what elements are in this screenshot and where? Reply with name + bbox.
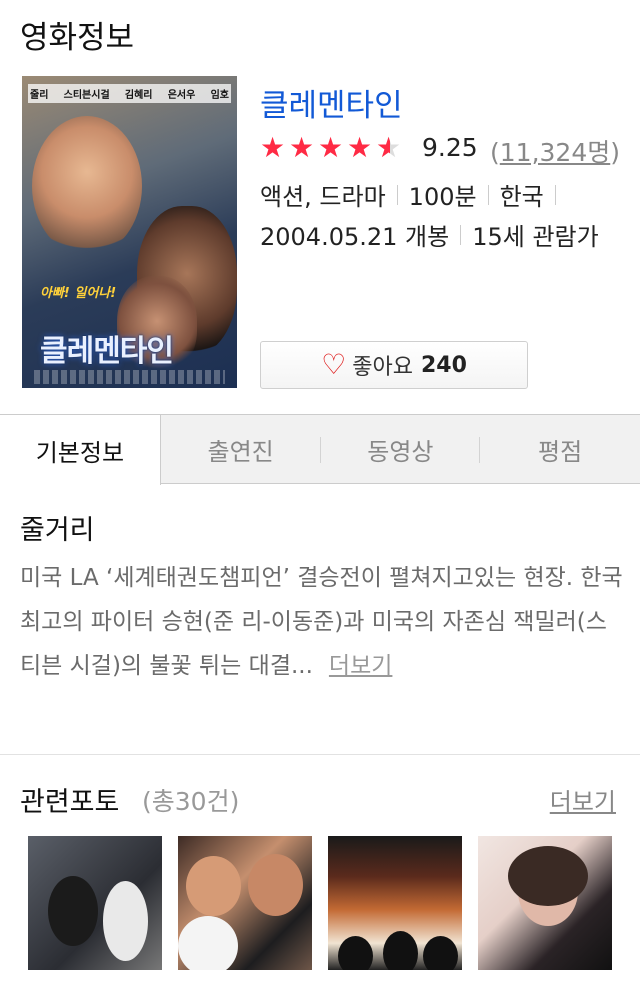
rating-count-close: ) bbox=[610, 138, 621, 167]
rating-count-number[interactable]: 11,324명 bbox=[500, 138, 610, 167]
photo-figure bbox=[383, 931, 418, 970]
like-button[interactable]: ♡ 좋아요 240 bbox=[260, 341, 528, 389]
movie-country: 한국 bbox=[499, 183, 544, 211]
photo-thumbnail[interactable] bbox=[478, 836, 612, 970]
photo-figure bbox=[178, 916, 238, 970]
tab-cast[interactable]: 출연진 bbox=[161, 415, 321, 483]
movie-genre: 액션, 드라마 bbox=[260, 183, 386, 211]
star-icon: ★ bbox=[318, 131, 344, 164]
tab-reviews[interactable]: 평점 bbox=[480, 415, 640, 483]
page-title: 영화정보 bbox=[20, 20, 135, 56]
tab-videos[interactable]: 동영상 bbox=[321, 415, 481, 483]
like-count: 240 bbox=[420, 352, 467, 378]
heart-icon: ♡ bbox=[321, 348, 347, 381]
like-label: 좋아요 bbox=[352, 355, 413, 380]
synopsis-text-block: 미국 LA ‘세계태권도챔피언’ 결승전이 펼쳐지고있는 현장. 한국 최고의 … bbox=[20, 556, 625, 688]
star-rating: ★ ★ ★ ★ ★ bbox=[260, 131, 404, 164]
poster-cast-name: 김혜리 bbox=[124, 90, 153, 101]
synopsis-more-link[interactable]: 더보기 bbox=[329, 653, 392, 679]
tab-label: 기본정보 bbox=[35, 438, 125, 467]
poster-cast-name: 스티븐시걸 bbox=[63, 90, 110, 101]
rating-count[interactable]: (11,324명) bbox=[490, 133, 620, 169]
photos-more-link[interactable]: 더보기 bbox=[550, 782, 616, 817]
poster-child-face bbox=[32, 116, 142, 256]
rating-score: 9.25 bbox=[422, 133, 478, 162]
movie-meta-row: 액션, 드라마 100분 한국 bbox=[260, 177, 567, 212]
photo-figure bbox=[508, 846, 588, 906]
movie-meta-row: 2004.05.21 개봉 15세 관람가 bbox=[260, 217, 599, 252]
divider bbox=[0, 754, 640, 755]
synopsis-text: 미국 LA ‘세계태권도챔피언’ 결승전이 펼쳐지고있는 현장. 한국 최고의 … bbox=[20, 565, 623, 679]
photo-figure bbox=[48, 876, 98, 946]
photo-figure bbox=[338, 936, 373, 970]
photo-thumbnail[interactable] bbox=[328, 836, 462, 970]
star-icon: ★ bbox=[347, 131, 373, 164]
poster-title: 클레멘타인 bbox=[40, 334, 174, 369]
movie-release-date: 2004.05.21 개봉 bbox=[260, 223, 450, 251]
photo-figure bbox=[248, 854, 303, 916]
photo-thumbnail[interactable] bbox=[28, 836, 162, 970]
movie-runtime: 100분 bbox=[408, 183, 477, 211]
poster-tagline: 아빠! 일어나! bbox=[40, 286, 117, 301]
divider bbox=[487, 184, 489, 205]
photos-heading: 관련포토 bbox=[20, 787, 120, 818]
divider bbox=[396, 184, 398, 205]
poster-cast-name: 임호 bbox=[210, 90, 229, 101]
poster-cast-name: 줄리 bbox=[30, 90, 49, 101]
photo-thumbnail[interactable] bbox=[178, 836, 312, 970]
movie-title-link[interactable]: 클레멘타인 bbox=[260, 80, 403, 125]
rating-count-open: ( bbox=[490, 138, 500, 167]
movie-poster[interactable]: 줄리 스티븐시걸 김혜리 은서우 임호 아빠! 일어나! 클레멘타인 bbox=[22, 76, 237, 388]
tab-label: 동영상 bbox=[367, 437, 434, 466]
star-icon: ★ bbox=[376, 134, 404, 163]
movie-age-rating: 15세 관람가 bbox=[472, 223, 599, 251]
star-icon: ★ bbox=[289, 131, 315, 164]
poster-cast: 줄리 스티븐시걸 김혜리 은서우 임호 bbox=[28, 84, 231, 103]
poster-cast-name: 은서우 bbox=[167, 90, 196, 101]
star-icon: ★ bbox=[260, 131, 286, 164]
divider bbox=[554, 184, 556, 205]
poster-credits bbox=[34, 370, 225, 384]
photo-figure bbox=[103, 881, 148, 961]
photo-figure bbox=[423, 936, 458, 970]
tab-basic-info[interactable]: 기본정보 bbox=[0, 415, 161, 485]
tab-bar: 기본정보 출연진 동영상 평점 bbox=[0, 414, 640, 485]
tab-label: 출연진 bbox=[207, 437, 274, 466]
photos-count: (총30건) bbox=[142, 787, 240, 816]
divider bbox=[460, 224, 462, 245]
tab-label: 평점 bbox=[538, 437, 583, 466]
synopsis-heading: 줄거리 bbox=[20, 515, 95, 546]
photo-figure bbox=[186, 856, 241, 916]
